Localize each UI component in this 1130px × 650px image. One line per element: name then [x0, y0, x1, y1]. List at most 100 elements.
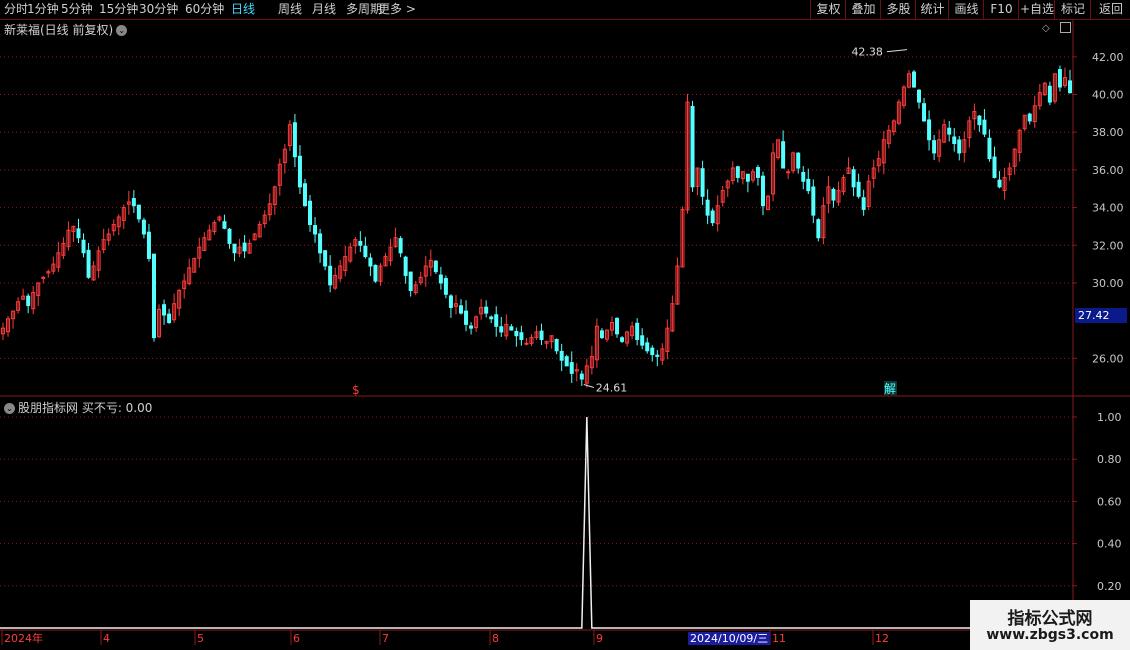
candle-body: [635, 322, 640, 340]
candle-body: [911, 71, 916, 88]
y-axis-label: 32.00: [1092, 239, 1124, 252]
candle-body: [403, 256, 408, 276]
y-axis-label: 26.00: [1092, 352, 1124, 365]
candle-body: [242, 242, 247, 252]
candle-body: [363, 245, 368, 258]
candle-body: [1047, 85, 1052, 103]
candle-body: [297, 155, 302, 188]
candle-body: [1057, 69, 1062, 88]
y-axis-label: 40.00: [1092, 89, 1124, 102]
indicator-title: 股朋指标网 买不亏: 0.00: [18, 401, 153, 415]
candle-body: [806, 178, 811, 192]
candle-body: [851, 169, 856, 188]
candle-body: [26, 295, 31, 307]
candle-body: [957, 139, 962, 154]
x-axis-label: 8: [492, 632, 499, 645]
y-axis-label: 36.00: [1092, 164, 1124, 177]
watermark-url: www.zbgs3.com: [986, 627, 1114, 643]
sub-y-axis-label: 0.20: [1097, 580, 1122, 593]
watermark-title: 指标公式网: [1007, 609, 1093, 629]
candle-body: [398, 238, 403, 254]
candle-body: [917, 89, 922, 103]
x-axis-label: 9: [596, 632, 603, 645]
sub-y-axis-label: 0.80: [1097, 453, 1122, 466]
candle-body: [816, 219, 821, 239]
candle-body: [760, 175, 765, 207]
candle-body: [710, 210, 715, 224]
candle-body: [433, 260, 438, 273]
low-arrow: [583, 384, 594, 388]
candle-body: [499, 326, 504, 333]
candle-body: [539, 330, 544, 340]
candle-body: [927, 119, 932, 141]
candle-body: [831, 188, 836, 201]
candle-body: [735, 166, 740, 178]
candle-body: [141, 219, 146, 235]
candle-body: [620, 337, 625, 342]
current-price-tag: 27.42: [1075, 308, 1127, 323]
diamond-icon[interactable]: ◇: [1042, 23, 1050, 34]
candle-body: [987, 137, 992, 160]
candle-body: [559, 350, 564, 361]
candle-body: [358, 240, 363, 246]
candle-body: [705, 199, 710, 216]
candle-body: [599, 330, 604, 339]
candle-body: [977, 115, 982, 126]
candle-body: [615, 317, 620, 335]
sub-y-axis-label: 1.00: [1097, 411, 1122, 424]
candle-body: [856, 181, 861, 197]
candle-body: [564, 356, 569, 367]
candle-body: [786, 171, 791, 174]
selected-date-tag: 2024/10/09/三: [688, 632, 771, 645]
y-axis-label: 42.00: [1092, 51, 1124, 64]
candle-body: [448, 295, 453, 308]
candle-body: [232, 243, 237, 254]
candle-body: [982, 119, 987, 135]
candle-body: [745, 173, 750, 182]
candle-body: [151, 253, 156, 339]
candle-body: [755, 167, 760, 178]
y-axis-label: 30.00: [1092, 277, 1124, 290]
candle-body: [368, 257, 373, 267]
watermark: 指标公式网 www.zbgs3.com: [970, 600, 1130, 650]
panel-toggle-icon[interactable]: [1060, 22, 1071, 33]
candle-body: [690, 106, 695, 188]
candle-body: [509, 326, 514, 331]
candle-body: [302, 183, 307, 207]
candle-body: [131, 198, 136, 207]
x-axis-label: 6: [293, 632, 300, 645]
candle-body: [469, 325, 474, 329]
sub-panel-title: ⌄ 股朋指标网 买不亏: 0.00: [4, 399, 152, 416]
marker-unlock: 解: [884, 382, 896, 396]
sub-y-axis-label: 0.60: [1097, 495, 1122, 508]
x-axis-label: 4: [103, 632, 110, 645]
dropdown-icon[interactable]: ⌄: [4, 403, 15, 414]
candle-body: [1027, 113, 1032, 122]
dropdown-icon[interactable]: ⌄: [116, 25, 128, 36]
candle-body: [313, 225, 318, 235]
main-panel-title: 新莱福(日线 前复权) ⌄: [4, 21, 128, 38]
candle-body: [438, 274, 443, 284]
candle-body: [997, 179, 1002, 188]
candle-body: [514, 330, 519, 337]
candle-body: [524, 342, 529, 345]
low-price-label: 24.61: [596, 382, 628, 395]
candle-body: [484, 306, 489, 314]
candle-body: [861, 197, 866, 210]
chart-canvas: 42.00 40.00 38.00 36.00 34.00 32.00 30.00 26.00…: [0, 20, 1130, 645]
candle-body: [796, 152, 801, 169]
candle-body: [136, 204, 141, 220]
candle-body: [932, 140, 937, 154]
candle-body: [167, 313, 172, 324]
candle-body: [373, 264, 378, 282]
candle-body: [443, 278, 448, 295]
candle-body: [489, 316, 494, 320]
candle-body: [655, 354, 660, 357]
candle-body: [81, 239, 86, 254]
candle-body: [318, 233, 323, 254]
candle-body: [323, 250, 328, 267]
candle-body: [86, 249, 91, 278]
candle-body: [222, 221, 227, 229]
candle-body: [146, 231, 151, 259]
x-axis-label: 2024年: [4, 631, 43, 645]
